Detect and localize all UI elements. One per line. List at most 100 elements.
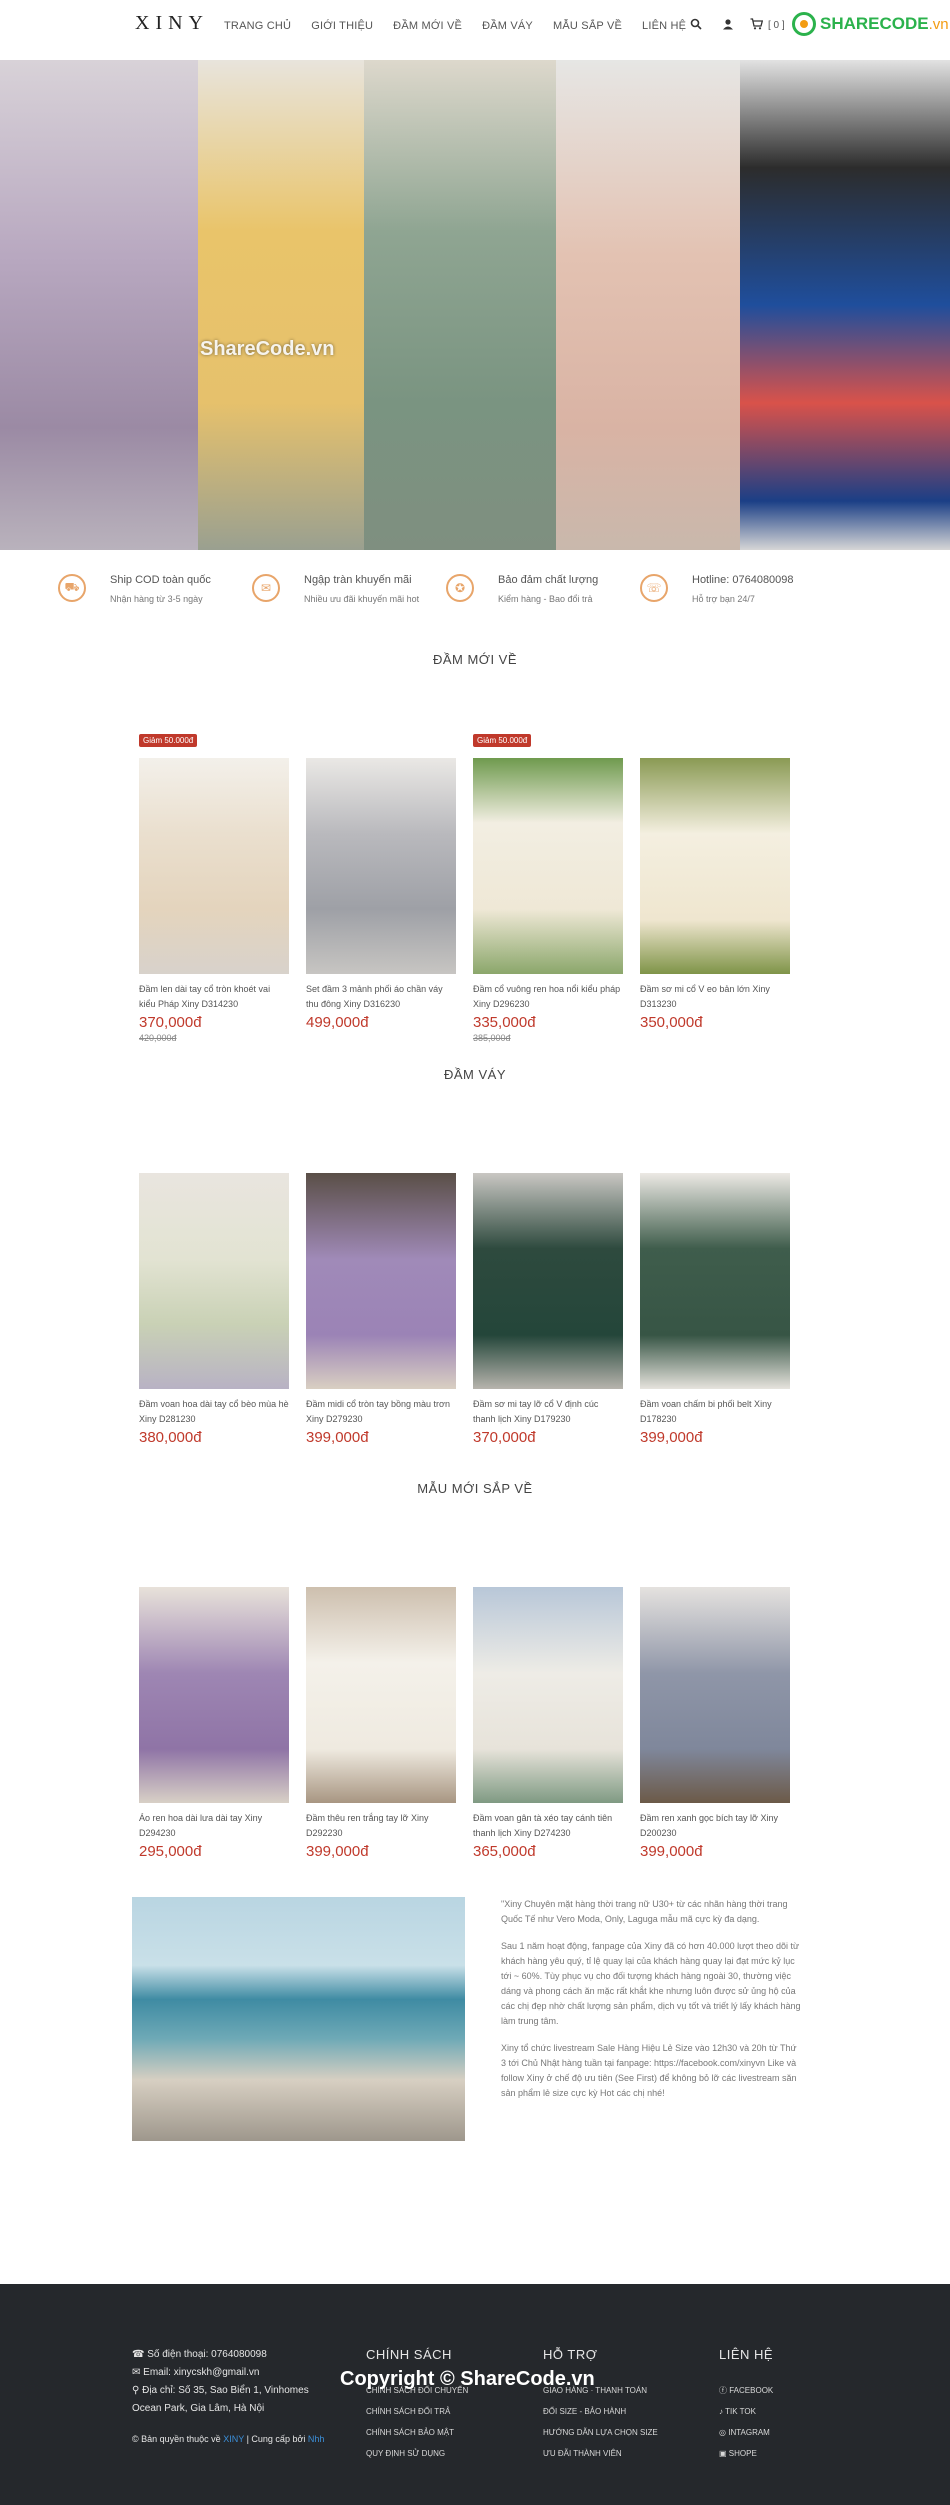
copy-brand-link[interactable]: XINY <box>223 2434 244 2444</box>
sharecode-main: SHARECODE <box>820 14 929 33</box>
product-card[interactable]: Áo ren hoa dài lưa dài tay Xiny D294230 … <box>139 1587 289 1860</box>
product-price: 370,000đ <box>473 1429 536 1446</box>
product-old-price: 385,000đ <box>473 1033 511 1043</box>
instagram-icon: ◎ <box>719 2428 726 2437</box>
product-price: 350,000đ <box>640 1014 703 1031</box>
email-text: Email: xinycskh@gmail.vn <box>143 2367 260 2378</box>
product-image[interactable] <box>473 758 623 974</box>
product-image[interactable] <box>640 758 790 974</box>
product-name[interactable]: Đầm cổ vuông ren hoa nổi kiểu pháp Xiny … <box>473 982 623 1012</box>
footer-social-tiktok[interactable]: ♪ TIK TOK <box>719 2401 773 2422</box>
feature-title: Ngập tràn khuyến mãi <box>304 574 412 586</box>
footer-email[interactable]: ✉ Email: xinycskh@gmail.vn <box>132 2364 332 2382</box>
product-card[interactable]: Đầm sơ mi cổ V eo bản lớn Xiny D313230 3… <box>640 758 790 1031</box>
product-image[interactable] <box>139 1587 289 1803</box>
shopee-icon: ▣ <box>719 2449 727 2458</box>
product-image[interactable] <box>473 1587 623 1803</box>
footer-social-instagram[interactable]: ◎ INTAGRAM <box>719 2422 773 2443</box>
product-card[interactable]: Đầm voan chấm bi phối belt Xiny D178230 … <box>640 1173 790 1446</box>
product-card[interactable]: Đầm thêu ren trắng tay lỡ Xiny D292230 3… <box>306 1587 456 1860</box>
footer-col-title: HỖ TRỢ <box>543 2347 598 2362</box>
nav-about[interactable]: GIỚI THIỆU <box>311 20 373 32</box>
product-card[interactable]: Đầm voan gân tà xéo tay cánh tiên thanh … <box>473 1587 623 1860</box>
nav-home[interactable]: TRANG CHỦ <box>224 20 291 32</box>
copy-middle: | Cung cấp bởi <box>246 2434 306 2444</box>
footer-link[interactable]: CHÍNH SÁCH BẢO MẬT <box>366 2422 468 2443</box>
product-card[interactable]: Đầm voan hoa dài tay cổ bèo mùa hè Xiny … <box>139 1173 289 1446</box>
footer-phone[interactable]: ☎ Số điện thoại: 0764080098 <box>132 2346 332 2364</box>
footer-social-facebook[interactable]: ⓕ FACEBOOK <box>719 2380 773 2401</box>
phone-text: Số điện thoại: 0764080098 <box>147 2349 267 2360</box>
product-old-price: 420,000đ <box>139 1033 177 1043</box>
product-name[interactable]: Đầm sơ mi tay lỡ cổ V định cúc thanh lịc… <box>473 1397 623 1427</box>
nav-dresses[interactable]: ĐẦM VÁY <box>482 20 533 32</box>
product-name[interactable]: Đầm len dài tay cổ tròn khoét vai kiểu P… <box>139 982 289 1012</box>
search-icon[interactable] <box>690 18 702 33</box>
about-paragraph: Xiny tổ chức livestream Sale Hàng Hiệu L… <box>501 2043 797 2098</box>
section-title-upcoming: MẪU MỚI SẮP VỀ <box>417 1481 533 1496</box>
features-bar: ⛟ Ship COD toàn quốc Nhận hàng từ 3-5 ng… <box>58 568 898 628</box>
product-name[interactable]: Đầm midi cổ tròn tay bồng màu trơn Xiny … <box>306 1397 456 1427</box>
address-text: Địa chỉ: Số 35, Sao Biển 1, Vinhomes Oce… <box>132 2385 309 2414</box>
product-name[interactable]: Đầm sơ mi cổ V eo bản lớn Xiny D313230 <box>640 982 790 1012</box>
product-name[interactable]: Áo ren hoa dài lưa dài tay Xiny D294230 <box>139 1811 289 1841</box>
footer-link[interactable]: CHÍNH SÁCH ĐỔI TRẢ <box>366 2401 468 2422</box>
product-price: 399,000đ <box>640 1429 703 1446</box>
product-name[interactable]: Set đầm 3 mảnh phối áo chần váy thu đông… <box>306 982 456 1012</box>
product-card[interactable]: Đầm midi cổ tròn tay bồng màu trơn Xiny … <box>306 1173 456 1446</box>
product-image[interactable] <box>640 1587 790 1803</box>
hero-banner[interactable]: ShareCode.vn <box>0 60 950 550</box>
product-name[interactable]: Đầm voan chấm bi phối belt Xiny D178230 <box>640 1397 790 1427</box>
product-name[interactable]: Đầm voan gân tà xéo tay cánh tiên thanh … <box>473 1811 623 1841</box>
product-price: 499,000đ <box>306 1014 369 1031</box>
about-paragraph: Sau 1 năm hoạt động, fanpage của Xiny đã… <box>501 1941 801 2026</box>
product-image[interactable] <box>139 1173 289 1389</box>
product-name[interactable]: Đầm voan hoa dài tay cổ bèo mùa hè Xiny … <box>139 1397 289 1427</box>
product-image[interactable] <box>306 1587 456 1803</box>
product-price: 399,000đ <box>306 1843 369 1860</box>
feature-sub: Nhiều ưu đãi khuyến mãi hot <box>304 594 420 604</box>
product-image[interactable] <box>306 1173 456 1389</box>
nav-contact[interactable]: LIÊN HỆ <box>642 20 686 32</box>
hero-photo-peach-dress <box>556 60 740 550</box>
social-label: FACEBOOK <box>729 2386 774 2395</box>
footer-social-shopee[interactable]: ▣ SHOPE <box>719 2443 773 2464</box>
site-logo[interactable]: XINY <box>135 12 209 35</box>
facebook-icon: ⓕ <box>719 2386 727 2395</box>
product-price: 380,000đ <box>139 1429 202 1446</box>
product-card[interactable]: Giảm 50.000đ Đầm len dài tay cổ tròn kho… <box>139 734 289 1043</box>
product-price: 365,000đ <box>473 1843 536 1860</box>
product-card[interactable]: Đầm sơ mi tay lỡ cổ V định cúc thanh lịc… <box>473 1173 623 1446</box>
product-image[interactable] <box>473 1173 623 1389</box>
product-price: 295,000đ <box>139 1843 202 1860</box>
nav-new-dresses[interactable]: ĐẦM MỚI VỀ <box>393 20 462 32</box>
product-image[interactable] <box>640 1173 790 1389</box>
badge-icon: ✪ <box>446 574 474 602</box>
product-name[interactable]: Đầm thêu ren trắng tay lỡ Xiny D292230 <box>306 1811 456 1841</box>
product-price: 335,000đ <box>473 1014 536 1031</box>
headset-icon: ☏ <box>640 574 668 602</box>
footer-link[interactable]: ƯU ĐÃI THÀNH VIÊN <box>543 2443 658 2464</box>
product-price: 399,000đ <box>640 1843 703 1860</box>
feature-title: Hotline: 0764080098 <box>692 574 794 586</box>
feature-sub: Nhận hàng từ 3-5 ngày <box>110 594 203 604</box>
product-image[interactable] <box>306 758 456 974</box>
product-name[interactable]: Đầm ren xanh gọc bích tay lỡ Xiny D20023… <box>640 1811 790 1841</box>
product-card[interactable]: Giảm 50.000đ Đầm cổ vuông ren hoa nổi ki… <box>473 734 623 1043</box>
nav-upcoming[interactable]: MẪU SẮP VỀ <box>553 20 622 32</box>
sharecode-logo: SHARECODE.vn <box>792 12 949 36</box>
user-icon[interactable] <box>722 18 734 33</box>
copy-provider-link[interactable]: Nhh <box>308 2434 325 2444</box>
about-beach-photo <box>132 1897 465 2141</box>
feature-title: Ship COD toàn quốc <box>110 574 211 586</box>
footer-contact: ☎ Số điện thoại: 0764080098 ✉ Email: xin… <box>132 2346 332 2418</box>
cart-icon[interactable] <box>750 18 764 33</box>
product-image[interactable] <box>139 758 289 974</box>
cart-count[interactable]: [ 0 ] <box>768 20 785 31</box>
product-card[interactable]: Đầm ren xanh gọc bích tay lỡ Xiny D20023… <box>640 1587 790 1860</box>
footer-link[interactable]: HƯỚNG DẪN LỰA CHỌN SIZE <box>543 2422 658 2443</box>
product-card[interactable]: Set đầm 3 mảnh phối áo chần váy thu đông… <box>306 758 456 1031</box>
footer-col-title: CHÍNH SÁCH <box>366 2347 452 2362</box>
footer-link[interactable]: QUY ĐỊNH SỬ DỤNG <box>366 2443 468 2464</box>
footer-link[interactable]: ĐỔI SIZE - BẢO HÀNH <box>543 2401 658 2422</box>
